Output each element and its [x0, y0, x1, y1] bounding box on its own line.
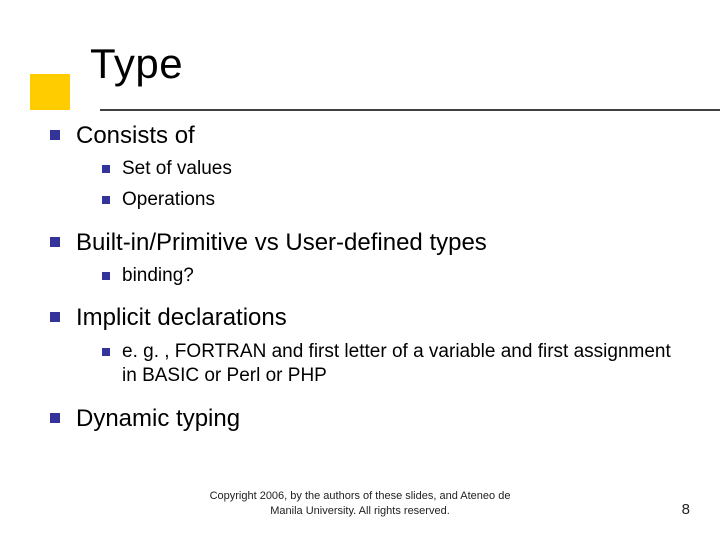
- footer-line1: Copyright 2006, by the authors of these …: [210, 490, 511, 502]
- bullet-text: Dynamic typing: [76, 403, 240, 434]
- list-item: Set of values: [102, 157, 680, 182]
- content-area: Consists of Set of values Operations Bui…: [50, 120, 680, 440]
- title-underline: [100, 109, 720, 111]
- bullet-text: e. g. , FORTRAN and first letter of a va…: [122, 340, 680, 389]
- list-item: Built-in/Primitive vs User-defined types: [50, 227, 680, 258]
- bullet-icon: [50, 413, 60, 423]
- sublist: binding?: [102, 264, 680, 289]
- list-item: binding?: [102, 264, 680, 289]
- list-item: Consists of: [50, 120, 680, 151]
- bullet-text: Set of values: [122, 157, 232, 182]
- sublist: Set of values Operations: [102, 157, 680, 212]
- title-accent-square: [30, 74, 70, 110]
- bullet-icon: [50, 312, 60, 322]
- page-number: 8: [682, 501, 690, 518]
- bullet-icon: [50, 237, 60, 247]
- list-item: Operations: [102, 188, 680, 213]
- slide: Type Consists of Set of values Operation…: [0, 0, 720, 540]
- bullet-text: binding?: [122, 264, 194, 289]
- bullet-text: Operations: [122, 188, 215, 213]
- bullet-icon: [102, 348, 110, 356]
- list-item: e. g. , FORTRAN and first letter of a va…: [102, 340, 680, 389]
- slide-title: Type: [90, 40, 183, 88]
- bullet-icon: [102, 196, 110, 204]
- bullet-icon: [102, 165, 110, 173]
- list-item: Implicit declarations: [50, 302, 680, 333]
- list-item: Dynamic typing: [50, 403, 680, 434]
- footer-copyright: Copyright 2006, by the authors of these …: [0, 489, 720, 518]
- sublist: e. g. , FORTRAN and first letter of a va…: [102, 340, 680, 389]
- bullet-icon: [102, 272, 110, 280]
- title-block: Type: [30, 40, 183, 88]
- bullet-text: Built-in/Primitive vs User-defined types: [76, 227, 487, 258]
- bullet-icon: [50, 130, 60, 140]
- footer-line2: Manila University. All rights reserved.: [270, 505, 450, 517]
- bullet-text: Implicit declarations: [76, 302, 287, 333]
- bullet-text: Consists of: [76, 120, 195, 151]
